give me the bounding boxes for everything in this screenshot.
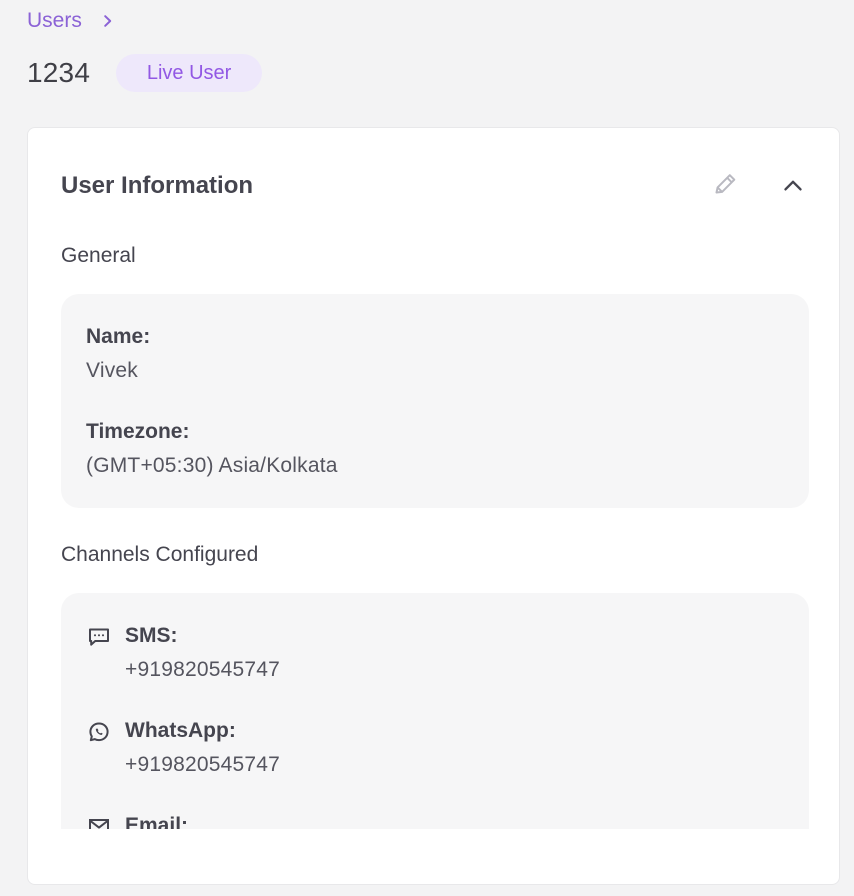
- page-title: 1234: [27, 57, 91, 88]
- whatsapp-value: +919820545747: [125, 753, 281, 776]
- timezone-value: (GMT+05:30) Asia/Kolkata: [86, 454, 338, 477]
- name-field: Name: Vivek: [86, 322, 736, 386]
- status-badge: Live User: [116, 54, 263, 92]
- breadcrumb: Users: [27, 6, 114, 36]
- email-label: Email:: [125, 814, 189, 829]
- name-label: Name:: [86, 325, 151, 348]
- email-channel: Email:: [86, 811, 736, 829]
- general-section-heading: General: [61, 244, 136, 267]
- timezone-field: Timezone: (GMT+05:30) Asia/Kolkata: [86, 417, 736, 481]
- email-channel-details: Email:: [125, 811, 188, 829]
- user-information-title: User Information: [61, 172, 254, 199]
- whatsapp-label: WhatsApp:: [125, 719, 236, 742]
- whatsapp-icon: [86, 720, 112, 744]
- chevron-up-icon: [781, 174, 805, 198]
- breadcrumb-users-link[interactable]: Users: [27, 6, 82, 36]
- channels-section-heading: Channels Configured: [61, 543, 259, 566]
- name-value: Vivek: [86, 359, 138, 382]
- user-information-card: User Information General Name: Vivek Tim…: [27, 127, 840, 885]
- channels-info-panel: SMS: +919820545747 WhatsApp: +9198205457…: [61, 593, 809, 829]
- mail-icon: [86, 815, 112, 829]
- sms-channel-details: SMS: +919820545747: [125, 621, 280, 685]
- sms-label: SMS:: [125, 624, 178, 647]
- timezone-label: Timezone:: [86, 420, 190, 443]
- page-header: 1234 Live User: [27, 54, 263, 92]
- user-information-header: User Information: [61, 169, 811, 203]
- sms-value: +919820545747: [125, 658, 281, 681]
- pencil-icon: [711, 172, 739, 200]
- sms-channel: SMS: +919820545747: [86, 621, 736, 697]
- edit-user-button[interactable]: [707, 168, 743, 204]
- whatsapp-channel: WhatsApp: +919820545747: [86, 716, 736, 792]
- collapse-section-button[interactable]: [775, 168, 811, 204]
- message-icon: [86, 625, 112, 649]
- user-information-actions: [707, 168, 811, 204]
- chevron-right-icon: [102, 12, 114, 30]
- general-info-panel: Name: Vivek Timezone: (GMT+05:30) Asia/K…: [61, 294, 809, 508]
- whatsapp-channel-details: WhatsApp: +919820545747: [125, 716, 280, 780]
